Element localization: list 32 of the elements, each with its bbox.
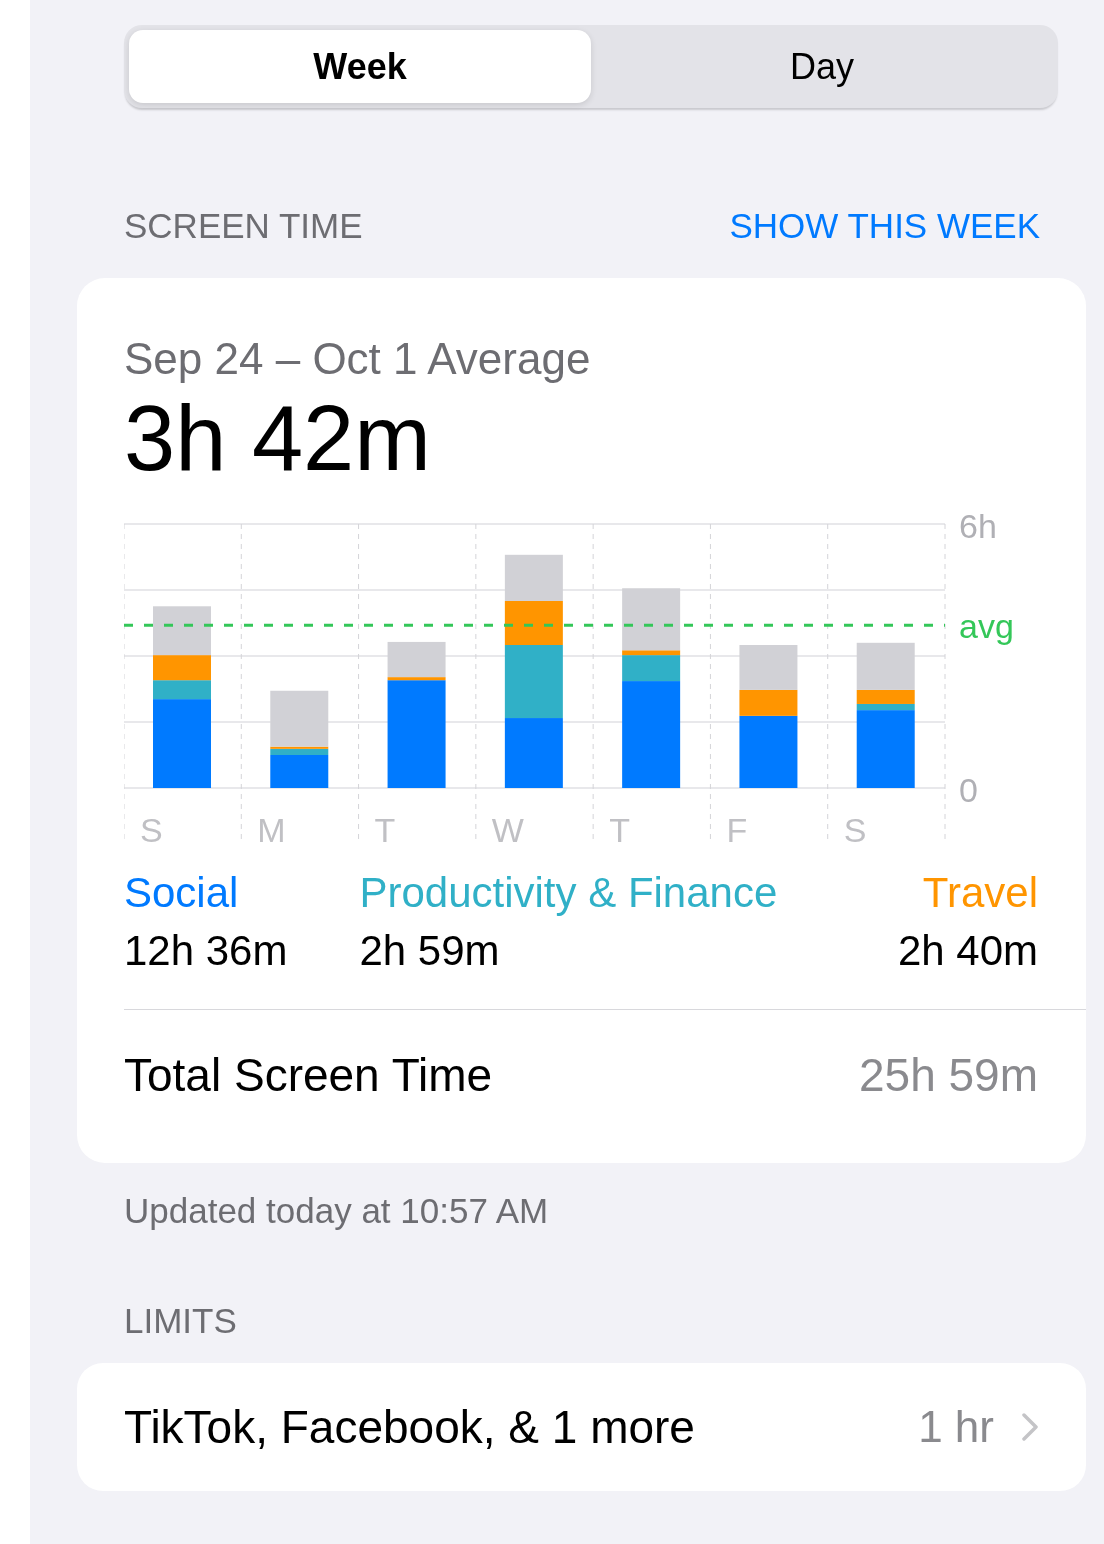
limit-apps-label: TikTok, Facebook, & 1 more <box>124 1400 696 1454</box>
axis-label: 6h <box>959 514 997 545</box>
chevron-icon <box>1022 1413 1038 1441</box>
limits-row[interactable]: TikTok, Facebook, & 1 more 1 hr <box>77 1363 1086 1491</box>
bar-segment <box>504 718 563 788</box>
segment-tab[interactable]: Week <box>129 30 591 103</box>
limit-value: 1 hr <box>918 1402 994 1452</box>
legend-value: 12h 36m <box>124 927 288 975</box>
legend-label: Productivity & Finance <box>359 869 779 917</box>
day-label: M <box>257 811 286 849</box>
day-label: W <box>491 811 524 849</box>
legend-value: 2h 40m <box>897 927 1038 975</box>
legend-label: Travel <box>922 869 1038 917</box>
day-label: T <box>609 811 630 849</box>
day-label: F <box>726 811 748 849</box>
section-header: LIMITS <box>123 1300 238 1342</box>
period-label: Sep 24 – Oct 1 Average <box>124 334 592 384</box>
average-time: 3h 42m <box>124 392 432 484</box>
section-header: SCREEN TIME <box>124 206 363 247</box>
updated-text: Updated today at 10:57 AM <box>123 1190 550 1231</box>
day-label: S <box>843 811 867 849</box>
legend-label: Social <box>124 869 240 917</box>
axis-label: 0 <box>959 771 978 809</box>
day-label: S <box>140 811 163 849</box>
day-label: T <box>374 811 396 849</box>
total-label: Total Screen Time <box>124 1048 493 1102</box>
average-label: avg <box>959 607 1014 646</box>
total-value: 25h 59m <box>859 1048 1038 1102</box>
segment-tab[interactable]: Day <box>591 30 1053 103</box>
legend-value: 2h 59m <box>359 927 501 975</box>
show-this-week-link[interactable]: SHOW THIS WEEK <box>729 206 1040 254</box>
bar-segment <box>504 554 563 601</box>
